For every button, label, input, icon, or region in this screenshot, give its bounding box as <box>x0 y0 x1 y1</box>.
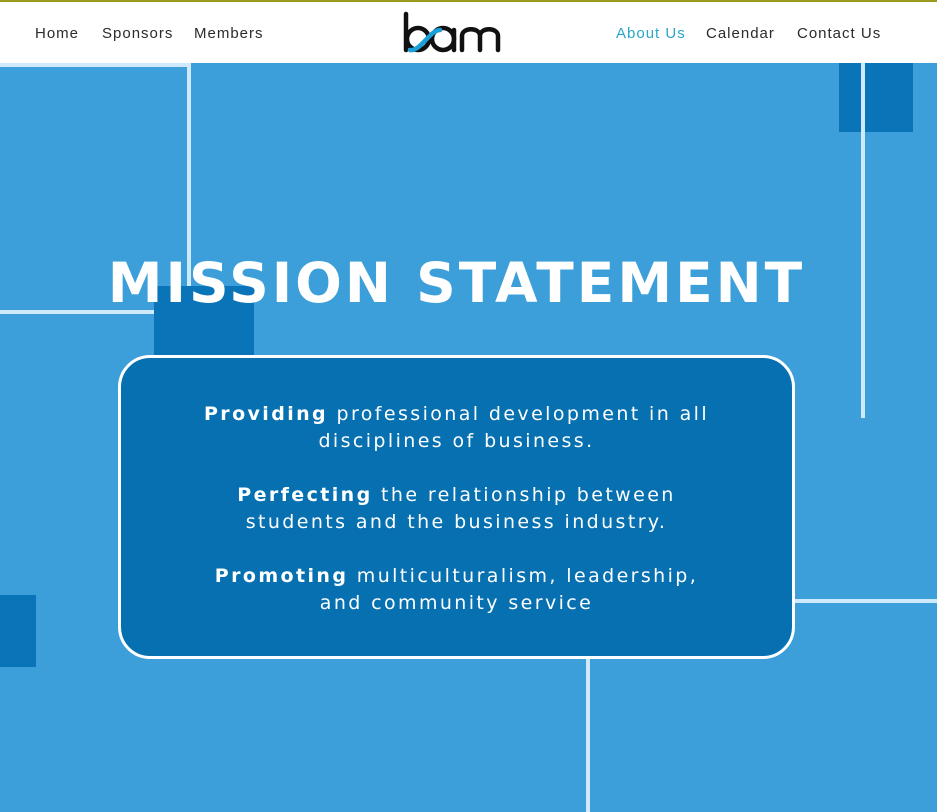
nav-contact-us-link[interactable]: Contact Us <box>797 25 881 42</box>
decorative-line <box>861 63 865 418</box>
nav-calendar-link[interactable]: Calendar <box>706 25 775 42</box>
nav-home-link[interactable]: Home <box>35 25 79 42</box>
statement-lead: Perfecting <box>237 484 373 506</box>
mission-statement-item: Providing professional development in al… <box>121 401 792 455</box>
statement-text: students and the business industry. <box>245 511 668 533</box>
statement-text: professional development in all <box>336 403 710 425</box>
nav-sponsors-link[interactable]: Sponsors <box>102 25 173 42</box>
site-header: Home Sponsors Members About Us Calendar … <box>0 0 937 63</box>
nav-about-us-link[interactable]: About Us <box>616 25 686 42</box>
statement-lead: Promoting <box>214 565 349 587</box>
mission-statement-item: Promoting multiculturalism, leadership, … <box>121 563 792 617</box>
statement-text: the relationship between <box>381 484 676 506</box>
statement-text: disciplines of business. <box>318 430 595 452</box>
mission-statement-item: Perfecting the relationship between stud… <box>121 482 792 536</box>
statement-lead: Providing <box>203 403 329 425</box>
page: Home Sponsors Members About Us Calendar … <box>0 0 937 812</box>
statement-text: multiculturalism, leadership, <box>356 565 699 587</box>
decorative-block <box>839 63 913 132</box>
nav-members-link[interactable]: Members <box>194 25 264 42</box>
decorative-line <box>0 63 191 67</box>
mission-card: Providing professional development in al… <box>118 355 795 659</box>
mission-statement-title: MISSION STATEMENT <box>107 251 806 315</box>
decorative-block <box>0 595 36 667</box>
bam-logo[interactable] <box>402 10 514 56</box>
statement-text: and community service <box>319 592 594 614</box>
